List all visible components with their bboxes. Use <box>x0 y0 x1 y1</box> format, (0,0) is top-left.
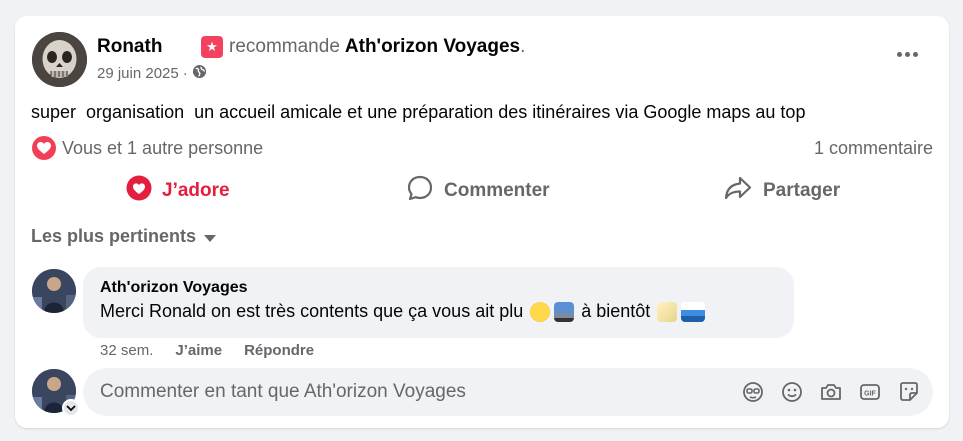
share-label: Partager <box>763 180 841 201</box>
recommend-text: recommande <box>229 36 340 57</box>
love-reaction-icon <box>32 136 56 160</box>
badge-period: . <box>520 36 526 57</box>
clinking-glasses-icon <box>657 301 678 322</box>
globe-icon <box>192 64 207 83</box>
comment-text-part1: Merci Ronald on est très contents que ça… <box>100 301 529 321</box>
post-date[interactable]: 29 juin 2025 <box>97 65 179 82</box>
love-button[interactable]: J’adore <box>126 174 230 208</box>
avatar-sticker-icon[interactable] <box>741 380 765 409</box>
meta-separator: · <box>182 65 188 82</box>
comment-sort-dropdown[interactable]: Les plus pertinents <box>31 226 217 247</box>
commenter-avatar[interactable] <box>32 269 76 313</box>
recommendation-badge: ★ recommande Ath'orizon Voyages . <box>201 34 525 60</box>
comment-text-part2: à bientôt <box>576 301 656 321</box>
reactions-summary[interactable]: Vous et 1 autre personne <box>32 136 263 160</box>
comment-time[interactable]: 32 sem. <box>100 342 153 359</box>
post-card: Ronath ★ recommande Ath'orizon Voyages .… <box>15 16 949 428</box>
chevron-down-icon[interactable] <box>62 399 80 417</box>
grinning-face-icon <box>530 301 551 322</box>
share-button[interactable]: Partager <box>723 174 840 208</box>
post-text: super organisation un accueil amicale et… <box>31 102 806 122</box>
comment-bubble: Ath'orizon Voyages Merci Ronald on est t… <box>83 267 794 338</box>
comments-count[interactable]: 1 commentaire <box>814 138 933 159</box>
sticker-icon[interactable] <box>897 380 921 409</box>
author-name[interactable]: Ronath <box>97 36 162 58</box>
dot-icon <box>904 51 910 57</box>
comment-actions: 32 sem. J’aime Répondre <box>100 342 314 359</box>
post-meta: 29 juin 2025 · <box>97 64 207 83</box>
reactions-text: Vous et 1 autre personne <box>62 137 264 158</box>
comment-input[interactable] <box>100 381 720 403</box>
share-arrow-icon <box>723 174 753 208</box>
comment-like-button[interactable]: J’aime <box>175 342 222 359</box>
bus-icon <box>554 301 575 322</box>
comment-text: Merci Ronald on est très contents que ça… <box>100 301 777 322</box>
composer-avatar[interactable] <box>32 369 80 417</box>
comment-button[interactable]: Commenter <box>406 174 550 208</box>
svg-text:GIF: GIF <box>864 391 876 398</box>
gif-icon[interactable]: GIF <box>858 380 882 409</box>
comment-reply-button[interactable]: Répondre <box>244 342 314 359</box>
comment-label: Commenter <box>444 180 550 201</box>
recommend-star-icon: ★ <box>201 36 223 58</box>
ship-icon <box>681 301 706 322</box>
caret-down-icon <box>204 234 217 242</box>
recommended-page-link[interactable]: Ath'orizon Voyages <box>345 36 520 58</box>
camera-icon[interactable] <box>819 380 843 409</box>
heart-icon <box>126 175 152 207</box>
dot-icon <box>912 51 918 57</box>
comment-bubble-icon <box>406 174 434 208</box>
comment-composer[interactable]: GIF <box>83 368 933 416</box>
emoji-icon[interactable] <box>780 380 804 409</box>
comment-author[interactable]: Ath'orizon Voyages <box>100 279 777 297</box>
dot-icon <box>896 51 902 57</box>
sort-label: Les plus pertinents <box>31 226 197 246</box>
more-options-button[interactable] <box>895 42 919 66</box>
composer-tools: GIF <box>741 380 921 409</box>
love-label: J’adore <box>162 180 230 201</box>
author-avatar[interactable] <box>32 32 87 87</box>
